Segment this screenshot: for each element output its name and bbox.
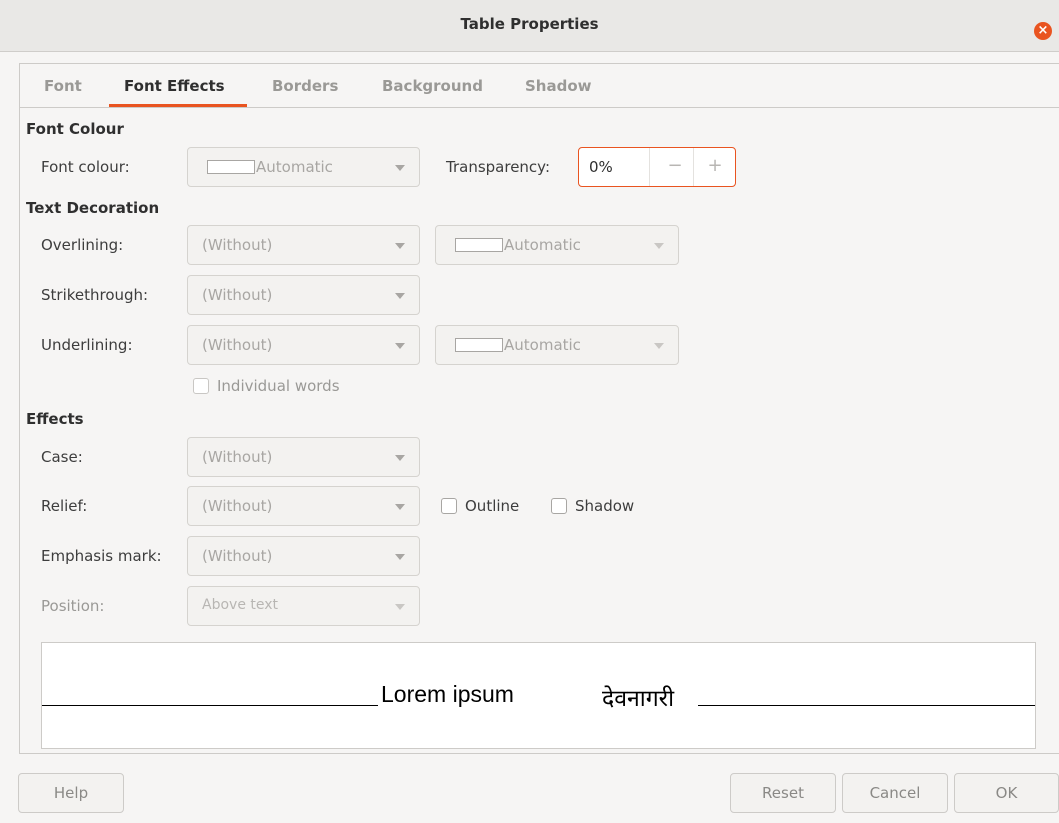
overline-colour-dropdown[interactable]: Automatic: [435, 225, 679, 265]
active-tab-indicator: [109, 104, 247, 107]
outline-label: Outline: [465, 497, 520, 515]
emphasis-mark-value: (Without): [202, 547, 273, 565]
font-preview: Lorem ipsum देवनागरी: [41, 642, 1036, 749]
underlining-value: (Without): [202, 336, 273, 354]
strikethrough-label: Strikethrough:: [41, 286, 149, 304]
tab-bar: Font Font Effects Borders Background Sha…: [20, 64, 1059, 108]
emphasis-mark-label: Emphasis mark:: [41, 547, 162, 565]
tab-shadow[interactable]: Shadow: [525, 77, 592, 95]
strikethrough-value: (Without): [202, 286, 273, 304]
font-colour-label: Font colour:: [41, 158, 130, 176]
font-colour-value: Automatic: [256, 158, 333, 176]
increment-button[interactable]: +: [697, 155, 733, 176]
chevron-down-icon: [654, 243, 664, 249]
color-swatch: [455, 338, 503, 352]
tab-font-effects[interactable]: Font Effects: [124, 77, 225, 95]
relief-value: (Without): [202, 497, 273, 515]
case-value: (Without): [202, 448, 273, 466]
preview-devanagari-text: देवनागरी: [602, 685, 675, 711]
tab-background[interactable]: Background: [382, 77, 483, 95]
overline-colour-value: Automatic: [504, 236, 581, 254]
chevron-down-icon: [395, 243, 405, 249]
underline-colour-value: Automatic: [504, 336, 581, 354]
cancel-button[interactable]: Cancel: [842, 773, 948, 813]
chevron-down-icon: [395, 554, 405, 560]
tab-borders[interactable]: Borders: [272, 77, 338, 95]
underlining-dropdown[interactable]: (Without): [187, 325, 420, 365]
chevron-down-icon: [395, 293, 405, 299]
chevron-down-icon: [654, 343, 664, 349]
preview-latin-text: Lorem ipsum: [381, 681, 514, 707]
title-bar: Table Properties ×: [0, 0, 1059, 52]
reset-button[interactable]: Reset: [730, 773, 836, 813]
underline-colour-dropdown[interactable]: Automatic: [435, 325, 679, 365]
help-button[interactable]: Help: [18, 773, 124, 813]
outline-checkbox[interactable]: [441, 498, 457, 514]
preview-underline-left: [42, 705, 378, 706]
tab-font[interactable]: Font: [44, 77, 82, 95]
underlining-label: Underlining:: [41, 336, 133, 354]
close-icon[interactable]: ×: [1034, 22, 1052, 40]
color-swatch: [455, 238, 503, 252]
preview-underline-right: [698, 705, 1035, 706]
section-text-decoration: Text Decoration: [26, 199, 160, 217]
overlining-label: Overlining:: [41, 236, 124, 254]
spin-separator: [649, 148, 650, 186]
position-value: Above text: [202, 597, 279, 613]
case-dropdown[interactable]: (Without): [187, 437, 420, 477]
position-dropdown[interactable]: Above text: [187, 586, 420, 626]
relief-dropdown[interactable]: (Without): [187, 486, 420, 526]
transparency-input[interactable]: 0%: [589, 158, 613, 176]
shadow-checkbox[interactable]: [551, 498, 567, 514]
window-title: Table Properties: [460, 15, 599, 33]
emphasis-mark-dropdown[interactable]: (Without): [187, 536, 420, 576]
individual-words-checkbox[interactable]: [193, 378, 209, 394]
chevron-down-icon: [395, 165, 405, 171]
chevron-down-icon: [395, 455, 405, 461]
font-colour-dropdown[interactable]: Automatic: [187, 147, 420, 187]
relief-label: Relief:: [41, 497, 88, 515]
transparency-label: Transparency:: [446, 158, 551, 176]
color-swatch: [207, 160, 255, 174]
transparency-spinbox[interactable]: 0% − +: [578, 147, 736, 187]
section-font-colour: Font Colour: [26, 120, 124, 138]
overlining-dropdown[interactable]: (Without): [187, 225, 420, 265]
decrement-button[interactable]: −: [657, 155, 693, 176]
individual-words-label: Individual words: [217, 377, 340, 395]
spin-separator: [693, 148, 694, 186]
case-label: Case:: [41, 448, 83, 466]
chevron-down-icon: [395, 504, 405, 510]
section-effects: Effects: [26, 410, 84, 428]
shadow-label: Shadow: [575, 497, 635, 515]
chevron-down-icon: [395, 604, 405, 610]
chevron-down-icon: [395, 343, 405, 349]
strikethrough-dropdown[interactable]: (Without): [187, 275, 420, 315]
overlining-value: (Without): [202, 236, 273, 254]
position-label: Position:: [41, 597, 105, 615]
ok-button[interactable]: OK: [954, 773, 1059, 813]
